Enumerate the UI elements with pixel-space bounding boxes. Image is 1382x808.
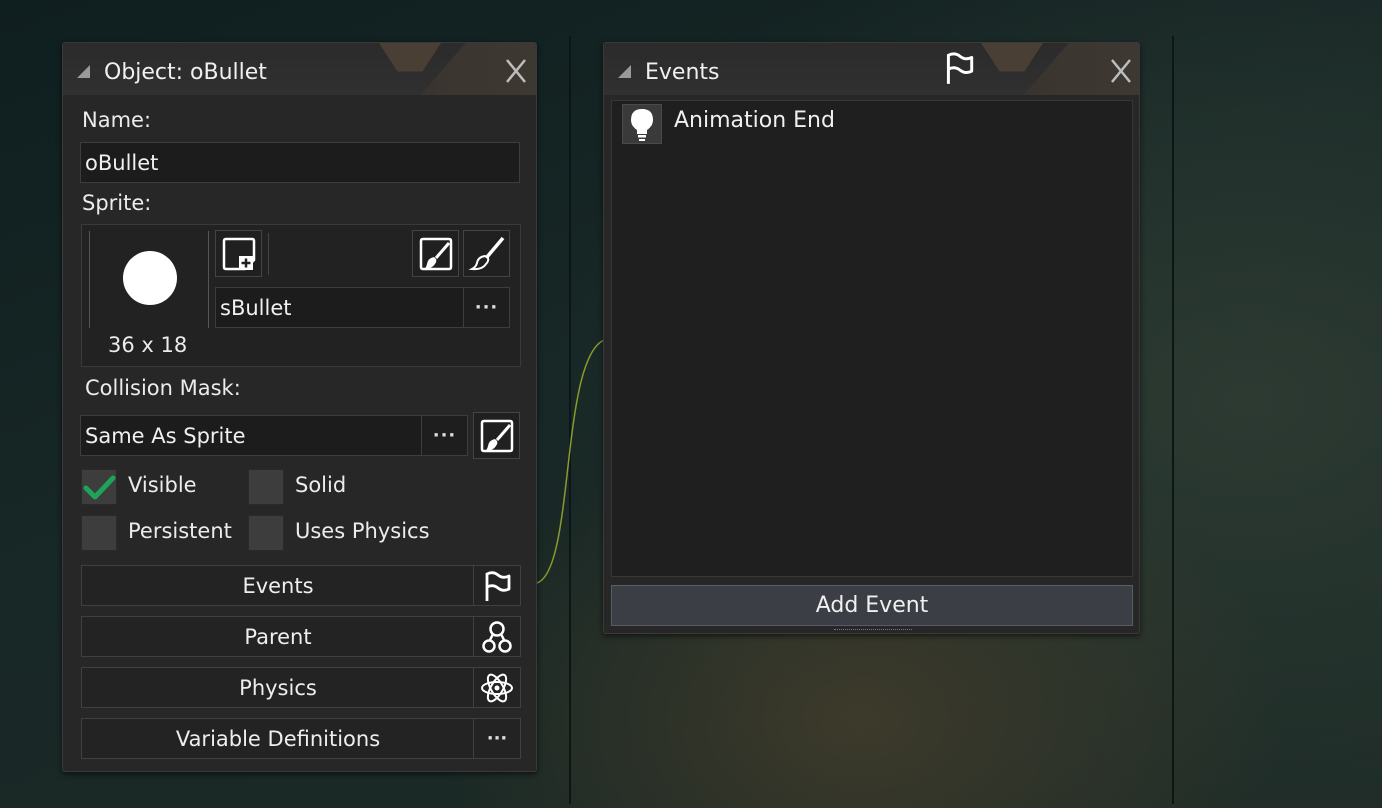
flag-icon (946, 52, 974, 84)
edit-sprite-button[interactable] (412, 230, 459, 277)
resize-grip[interactable] (834, 629, 912, 632)
edit-sprite-icon (419, 237, 452, 270)
event-item[interactable]: Animation End (612, 101, 1132, 145)
toolbar-separator (268, 233, 269, 275)
collision-mask-value: Same As Sprite (85, 423, 246, 448)
new-sprite-button[interactable] (215, 230, 262, 277)
sprite-box: 36 x 18 sBullet ··· (81, 224, 521, 367)
collision-mask-edit-button[interactable] (473, 412, 520, 459)
paintbrush-icon (467, 236, 504, 270)
event-label: Animation End (674, 108, 835, 133)
lightbulb-icon (622, 104, 662, 144)
checkmark-icon (83, 475, 116, 500)
uses-physics-label: Uses Physics (295, 519, 430, 543)
flag-icon (473, 566, 520, 605)
object-panel: Object: oBullet Name: oBullet Sprite: 36… (62, 42, 537, 772)
physics-button[interactable]: Physics (81, 667, 521, 708)
panel-title: Events (645, 60, 720, 85)
header-notch (379, 43, 441, 72)
more-icon: ··· (473, 719, 520, 758)
close-icon[interactable] (504, 57, 528, 85)
variable-definitions-label: Variable Definitions (175, 726, 381, 751)
sprite-select[interactable]: sBullet (215, 287, 464, 328)
events-panel-header[interactable]: Events (604, 43, 1139, 95)
collapse-triangle-icon[interactable] (77, 65, 90, 78)
name-label: Name: (82, 108, 152, 132)
collapse-triangle-icon[interactable] (618, 65, 631, 78)
sprite-browse-button[interactable]: ··· (463, 287, 510, 328)
parent-button[interactable]: Parent (81, 616, 521, 657)
uses-physics-checkbox[interactable] (248, 515, 284, 551)
events-button[interactable]: Events (81, 565, 521, 606)
close-icon[interactable] (1109, 57, 1133, 85)
parent-hierarchy-icon (473, 617, 520, 656)
sprite-select-value: sBullet (220, 295, 292, 320)
parent-button-label: Parent (244, 624, 312, 649)
add-event-button[interactable]: Add Event (611, 585, 1133, 626)
workspace-divider-left (569, 36, 571, 804)
name-input[interactable]: oBullet (80, 142, 520, 183)
panel-title: Object: oBullet (104, 60, 267, 85)
new-sprite-icon (222, 237, 255, 270)
bullet-sprite-icon (123, 251, 177, 305)
persistent-checkbox[interactable] (81, 515, 117, 551)
visible-label: Visible (128, 473, 197, 497)
sprite-label: Sprite: (82, 191, 152, 215)
collision-mask-select[interactable]: Same As Sprite (80, 415, 422, 456)
physics-button-label: Physics (239, 675, 317, 700)
solid-label: Solid (295, 473, 347, 497)
more-icon-dots: ··· (486, 728, 508, 749)
object-panel-header[interactable]: Object: oBullet (63, 43, 536, 95)
collision-mask-label: Collision Mask: (85, 376, 241, 400)
variable-definitions-button[interactable]: Variable Definitions ··· (81, 718, 521, 759)
events-button-label: Events (242, 573, 314, 598)
events-list: Animation End (611, 100, 1133, 577)
edit-mask-icon (480, 419, 513, 452)
collision-mask-browse-button[interactable]: ··· (421, 415, 468, 456)
edit-image-button[interactable] (463, 230, 510, 277)
persistent-label: Persistent (128, 519, 232, 543)
events-panel: Events Animation End Add Event (603, 42, 1140, 634)
sprite-size-text: 36 x 18 (108, 333, 188, 357)
add-event-label: Add Event (815, 593, 929, 618)
name-input-value: oBullet (85, 150, 159, 175)
visible-checkbox[interactable] (81, 469, 117, 505)
solid-checkbox[interactable] (248, 469, 284, 505)
atom-icon (473, 668, 520, 707)
sprite-preview[interactable] (89, 231, 209, 328)
workspace-divider-right (1172, 36, 1174, 804)
header-notch (981, 43, 1043, 72)
